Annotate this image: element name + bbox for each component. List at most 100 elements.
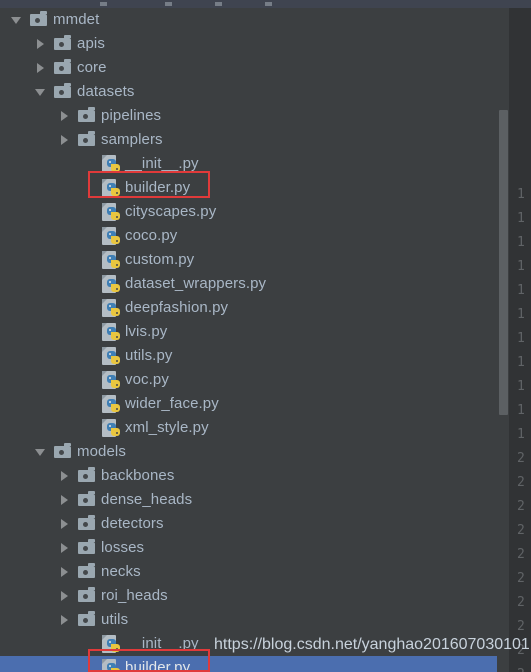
tree-folder-row[interactable]: necks (0, 560, 497, 584)
chevron-down-icon[interactable] (32, 80, 52, 104)
python-file-icon (100, 656, 122, 672)
indent-spacer (0, 164, 80, 165)
chevron-right-icon[interactable] (56, 104, 76, 128)
no-chevron-spacer (80, 320, 100, 344)
tree-folder-row[interactable]: dense_heads (0, 488, 497, 512)
chevron-right-icon[interactable] (56, 584, 76, 608)
tree-folder-row[interactable]: models (0, 440, 497, 464)
indent-spacer (0, 548, 56, 549)
chevron-right-icon[interactable] (56, 488, 76, 512)
python-file-icon (100, 632, 122, 656)
tree-folder-row[interactable]: detectors (0, 512, 497, 536)
indent-spacer (0, 668, 80, 669)
toolbar-icon-1[interactable] (165, 2, 172, 6)
tree-file-row[interactable]: utils.py (0, 344, 497, 368)
tree-file-row[interactable]: dataset_wrappers.py (0, 272, 497, 296)
folder-icon (28, 8, 50, 32)
tree-folder-row[interactable]: apis (0, 32, 497, 56)
tree-folder-row[interactable]: losses (0, 536, 497, 560)
tree-folder-row[interactable]: pipelines (0, 104, 497, 128)
project-tree-panel[interactable]: mmdet apis core datasets pipelines samplers __… (0, 8, 497, 672)
tree-file-row[interactable]: builder.py (0, 176, 497, 200)
tree-row-label: coco.py (125, 227, 178, 244)
indent-spacer (0, 308, 80, 309)
tree-row-label: xml_style.py (125, 419, 209, 436)
folder-icon (76, 512, 98, 536)
line-number: 1 (517, 211, 525, 226)
toolbar-icon-2[interactable] (215, 2, 222, 6)
chevron-right-icon[interactable] (32, 32, 52, 56)
indent-spacer (0, 212, 80, 213)
python-file-icon (100, 392, 122, 416)
tree-file-row[interactable]: deepfashion.py (0, 296, 497, 320)
python-file-icon (100, 152, 122, 176)
tree-row-label: core (77, 59, 107, 76)
chevron-right-icon[interactable] (32, 56, 52, 80)
tree-file-row[interactable]: xml_style.py (0, 416, 497, 440)
indent-spacer (0, 404, 80, 405)
tree-row-label: utils (101, 611, 129, 628)
no-chevron-spacer (80, 296, 100, 320)
tree-folder-row[interactable]: backbones (0, 464, 497, 488)
chevron-right-icon[interactable] (56, 464, 76, 488)
tree-file-row[interactable]: cityscapes.py (0, 200, 497, 224)
indent-spacer (0, 284, 80, 285)
chevron-down-icon[interactable] (32, 440, 52, 464)
tree-row-label: mmdet (53, 11, 100, 28)
tree-file-row[interactable]: lvis.py (0, 320, 497, 344)
chevron-right-icon[interactable] (56, 608, 76, 632)
line-number: 2 (517, 595, 525, 610)
no-chevron-spacer (80, 344, 100, 368)
tree-folder-row[interactable]: utils (0, 608, 497, 632)
tree-folder-row[interactable]: datasets (0, 80, 497, 104)
no-chevron-spacer (80, 224, 100, 248)
no-chevron-spacer (80, 392, 100, 416)
tree-file-row[interactable]: __init__.py (0, 152, 497, 176)
chevron-right-icon[interactable] (56, 512, 76, 536)
line-number: 2 (517, 571, 525, 586)
no-chevron-spacer (80, 176, 100, 200)
indent-spacer (0, 188, 80, 189)
line-number: 1 (517, 283, 525, 298)
folder-icon (76, 608, 98, 632)
tree-folder-row[interactable]: core (0, 56, 497, 80)
watermark-text: https://blog.csdn.net/yanghao20160703010… (214, 636, 530, 653)
line-number: 1 (517, 331, 525, 346)
line-number: 2 (517, 547, 525, 562)
indent-spacer (0, 356, 80, 357)
tree-folder-row[interactable]: roi_heads (0, 584, 497, 608)
indent-spacer (0, 332, 80, 333)
tree-row-label: builder.py (125, 179, 191, 196)
tree-folder-row[interactable]: samplers (0, 128, 497, 152)
tree-row-label: necks (101, 563, 141, 580)
tree-row-label: utils.py (125, 347, 173, 364)
no-chevron-spacer (80, 200, 100, 224)
tree-row-label: dataset_wrappers.py (125, 275, 267, 292)
tree-file-row[interactable]: coco.py (0, 224, 497, 248)
chevron-right-icon[interactable] (56, 128, 76, 152)
python-file-icon (100, 272, 122, 296)
toolbar-icon-3[interactable] (265, 2, 272, 6)
tree-row-label: wider_face.py (125, 395, 219, 412)
tree-file-row[interactable]: wider_face.py (0, 392, 497, 416)
tree-row-label: samplers (101, 131, 163, 148)
toolbar-icon-0[interactable] (100, 2, 107, 6)
tree-file-row[interactable]: custom.py (0, 248, 497, 272)
chevron-right-icon[interactable] (56, 560, 76, 584)
chevron-down-icon[interactable] (8, 8, 28, 32)
no-chevron-spacer (80, 416, 100, 440)
line-number: 2 (517, 499, 525, 514)
editor-line-number-gutter: 111111111112222222222 (509, 8, 531, 672)
tree-row-label: pipelines (101, 107, 162, 124)
chevron-right-icon[interactable] (56, 536, 76, 560)
tree-file-row[interactable]: builder.py (0, 656, 497, 672)
tree-folder-row[interactable]: mmdet (0, 8, 497, 32)
line-number: 1 (517, 307, 525, 322)
line-number: 1 (517, 379, 525, 394)
indent-spacer (0, 476, 56, 477)
tree-file-row[interactable]: voc.py (0, 368, 497, 392)
no-chevron-spacer (80, 152, 100, 176)
tree-row-label: datasets (77, 83, 135, 100)
scrollbar-thumb[interactable] (499, 110, 508, 415)
indent-spacer (0, 452, 32, 453)
